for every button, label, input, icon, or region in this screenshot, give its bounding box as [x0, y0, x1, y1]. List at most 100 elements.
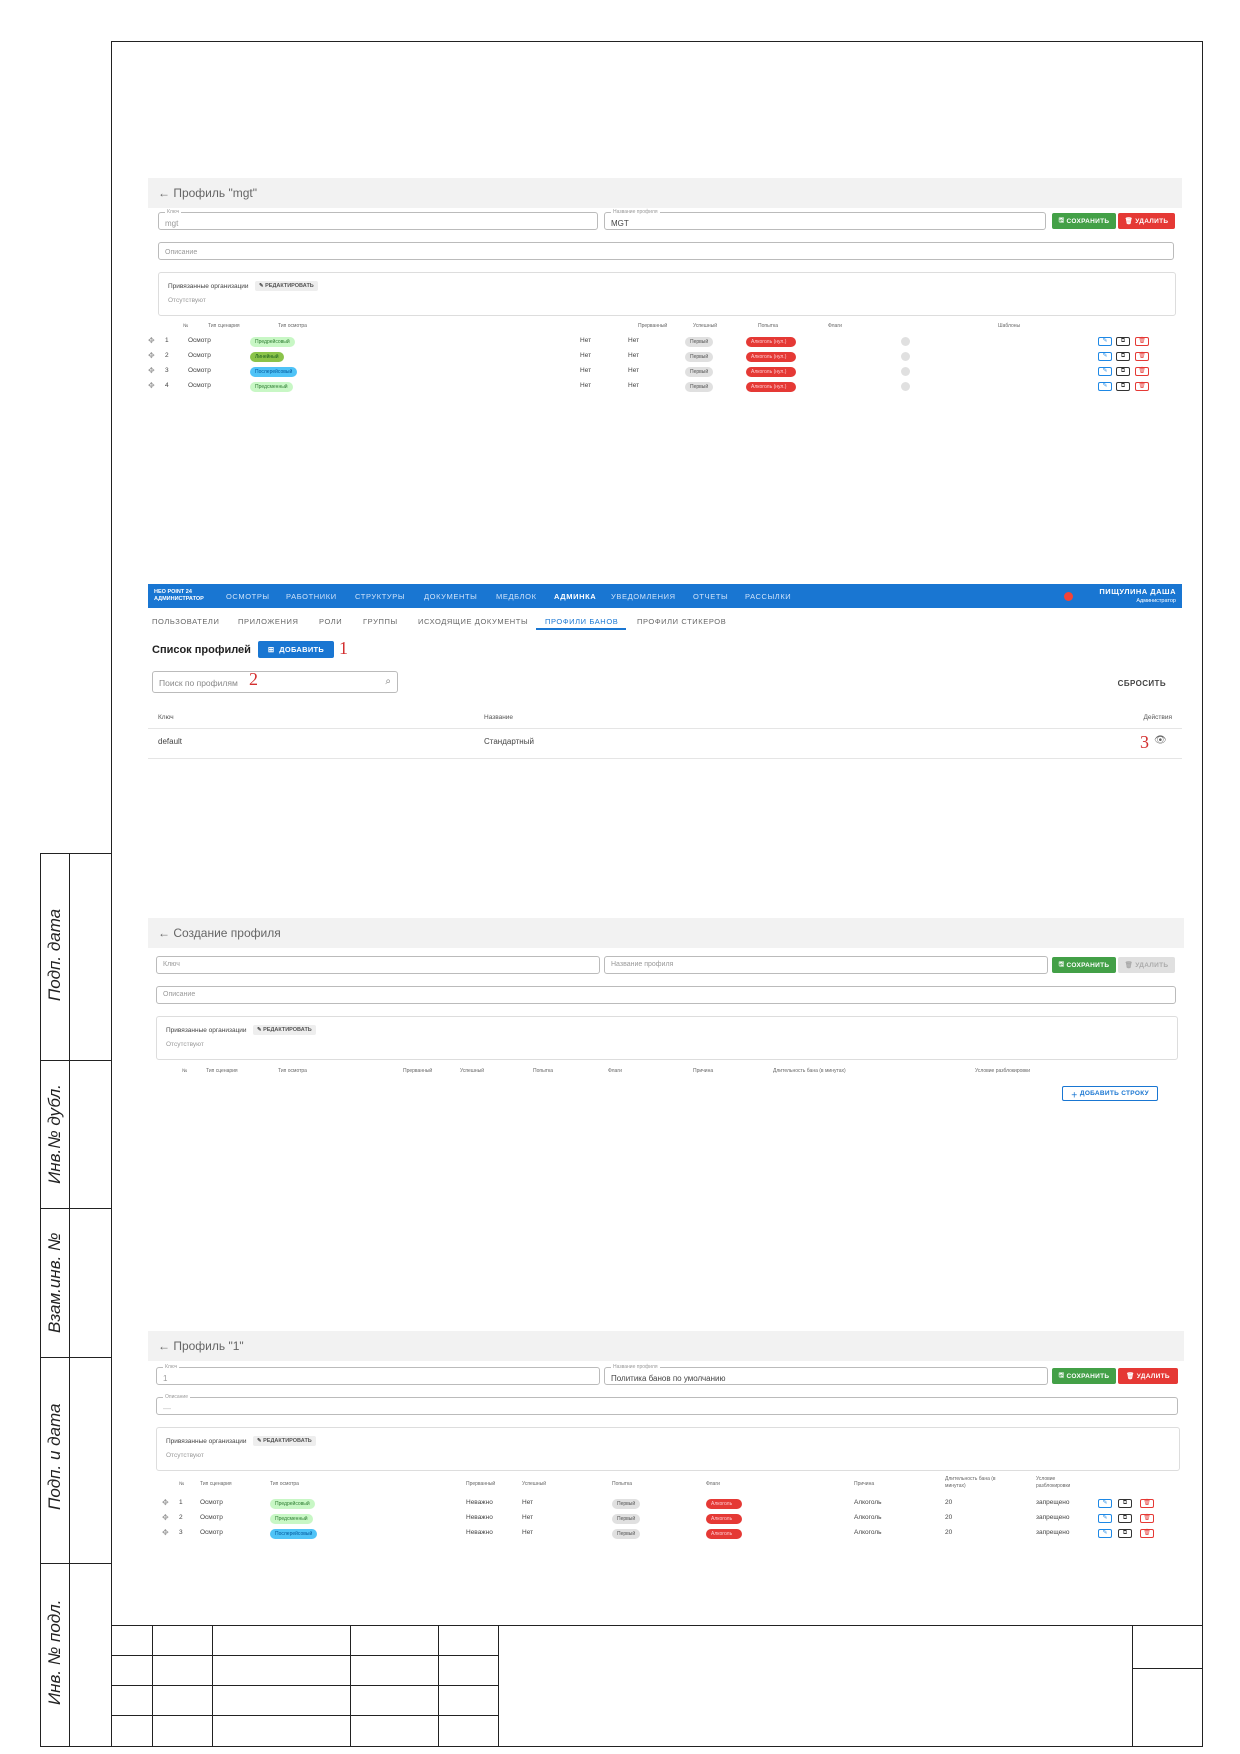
edit-row-button[interactable]: ✎ — [1098, 1529, 1112, 1538]
delete-row-button[interactable]: 🗑 — [1140, 1529, 1154, 1538]
delete-button[interactable]: 🗑 УДАЛИТЬ — [1118, 1368, 1178, 1384]
drag-handle-icon[interactable]: ✥ — [162, 1528, 169, 1537]
tab-users[interactable]: ПОЛЬЗОВАТЕЛИ — [152, 617, 219, 626]
delete-row-button[interactable]: 🗑 — [1135, 352, 1149, 361]
tab-apps[interactable]: ПРИЛОЖЕНИЯ — [238, 617, 299, 626]
marker-3: 3 — [1140, 732, 1149, 752]
description-field[interactable]: Описание — — [156, 1394, 1178, 1415]
exam-type-badge: Линейный — [250, 352, 284, 362]
nav-otchety[interactable]: ОТЧЕТЫ — [693, 592, 728, 601]
description-field[interactable]: Описание — [156, 986, 1176, 1004]
linked-orgs-box: Привязанные организации ✎ РЕДАКТИРОВАТЬ … — [156, 1427, 1180, 1471]
nav-rassylki[interactable]: РАССЫЛКИ — [745, 592, 791, 601]
list-title: Список профилей — [152, 644, 251, 656]
nav-rabotniki[interactable]: РАБОТНИКИ — [286, 592, 337, 601]
profile-name-field[interactable]: Название профиля Политика банов по умолч… — [604, 1364, 1048, 1385]
save-button[interactable]: 🖫 СОХРАНИТЬ — [1052, 957, 1116, 973]
nav-uvedomleniya[interactable]: УВЕДОМЛЕНИЯ — [611, 592, 676, 601]
edit-orgs-button[interactable]: ✎ РЕДАКТИРОВАТЬ — [253, 1436, 316, 1446]
add-profile-button[interactable]: ⊞ ДОБАВИТЬ — [258, 641, 334, 658]
logo[interactable]: НЕО POINT 24 АДМИНИСТРАТОР — [154, 589, 204, 603]
drag-handle-icon[interactable]: ✥ — [162, 1513, 169, 1522]
attempt-badge: Первый — [685, 367, 714, 377]
flag-badge: Алкоголь (нул.) — [746, 337, 796, 347]
marker-1: 1 — [339, 638, 348, 658]
drag-handle-icon[interactable]: ✥ — [148, 366, 155, 375]
template-indicator — [901, 382, 910, 391]
profile-name-field[interactable]: Название профиля — [604, 956, 1048, 974]
exam-type-badge: Предсменный — [250, 382, 293, 392]
linked-orgs-box: Привязанные организации ✎ РЕДАКТИРОВАТЬ … — [158, 272, 1176, 316]
reset-button[interactable]: СБРОСИТЬ — [1118, 679, 1166, 688]
nav-dokumenty[interactable]: ДОКУМЕНТЫ — [424, 592, 477, 601]
key-field[interactable]: Ключ mgt — [158, 209, 598, 230]
search-icon[interactable]: ⌕ — [385, 676, 391, 687]
delete-row-button[interactable]: 🗑 — [1135, 337, 1149, 346]
save-button[interactable]: 🖫 СОХРАНИТЬ — [1052, 213, 1116, 229]
edit-row-button[interactable]: ✎ — [1098, 1499, 1112, 1508]
edit-row-button[interactable]: ✎ — [1098, 382, 1112, 391]
template-indicator — [901, 352, 910, 361]
tab-groups[interactable]: ГРУППЫ — [363, 617, 398, 626]
view-eye-icon[interactable]: 👁 — [1154, 735, 1167, 746]
side-label-inv-dup: Инв.№ дубл. — [45, 1084, 64, 1184]
add-row-button[interactable]: ＋ ДОБАВИТЬ СТРОКУ — [1062, 1086, 1158, 1101]
delete-button[interactable]: 🗑 УДАЛИТЬ — [1118, 213, 1175, 229]
description-field[interactable]: Описание — [158, 242, 1174, 260]
copy-row-button[interactable]: ⧉ — [1118, 1529, 1132, 1538]
side-label-sign-date: Подп. дата — [45, 908, 64, 1002]
delete-row-button[interactable]: 🗑 — [1135, 382, 1149, 391]
flag-badge: Алкоголь (нул.) — [746, 382, 796, 392]
drag-handle-icon[interactable]: ✥ — [148, 351, 155, 360]
flag-badge: Алкоголь — [706, 1499, 742, 1509]
attempt-badge: Первый — [612, 1514, 641, 1524]
copy-row-button[interactable]: ⧉ — [1116, 352, 1130, 361]
page-title: ← Профиль "mgt" — [148, 178, 1182, 208]
page-title: ← Создание профиля — [148, 918, 1184, 948]
drag-handle-icon[interactable]: ✥ — [148, 336, 155, 345]
flag-badge: Алкоголь (нул.) — [746, 367, 796, 377]
tab-sticker-profiles[interactable]: ПРОФИЛИ СТИКЕРОВ — [637, 617, 726, 626]
copy-row-button[interactable]: ⧉ — [1118, 1514, 1132, 1523]
delete-row-button[interactable]: 🗑 — [1140, 1499, 1154, 1508]
key-field[interactable]: Ключ 1 — [156, 1364, 600, 1385]
attempt-badge: Первый — [685, 382, 714, 392]
delete-row-button[interactable]: 🗑 — [1135, 367, 1149, 376]
attempt-badge: Первый — [612, 1499, 641, 1509]
edit-row-button[interactable]: ✎ — [1098, 367, 1112, 376]
nav-osmotry[interactable]: ОСМОТРЫ — [226, 592, 270, 601]
exam-type-badge: Предрейсовый — [270, 1499, 315, 1509]
nav-struktury[interactable]: СТРУКТУРЫ — [355, 592, 405, 601]
key-field[interactable]: Ключ — [156, 956, 600, 974]
row-name: Стандартный — [484, 737, 534, 746]
nav-medblok[interactable]: МЕДБЛОК — [496, 592, 537, 601]
edit-row-button[interactable]: ✎ — [1098, 337, 1112, 346]
delete-row-button[interactable]: 🗑 — [1140, 1514, 1154, 1523]
edit-row-button[interactable]: ✎ — [1098, 352, 1112, 361]
notification-dot[interactable] — [1064, 592, 1073, 601]
drag-handle-icon[interactable]: ✥ — [162, 1498, 169, 1507]
edit-row-button[interactable]: ✎ — [1098, 1514, 1112, 1523]
screenshot-create-profile: ← Создание профиля Ключ Название профиля… — [148, 918, 1184, 1108]
copy-row-button[interactable]: ⧉ — [1116, 337, 1130, 346]
nav-adminka[interactable]: АДМИНКА — [554, 592, 596, 601]
tab-ban-profiles[interactable]: ПРОФИЛИ БАНОВ — [545, 617, 618, 626]
copy-row-button[interactable]: ⧉ — [1116, 367, 1130, 376]
delete-button[interactable]: 🗑 УДАЛИТЬ — [1118, 957, 1175, 973]
drag-handle-icon[interactable]: ✥ — [148, 381, 155, 390]
user-name[interactable]: ПИЩУЛИНА ДАША — [1099, 587, 1176, 596]
marker-2: 2 — [249, 669, 258, 689]
save-button[interactable]: 🖫 СОХРАНИТЬ — [1052, 1368, 1116, 1384]
copy-row-button[interactable]: ⧉ — [1118, 1499, 1132, 1508]
tab-roles[interactable]: РОЛИ — [319, 617, 342, 626]
exam-type-badge: Предсменный — [270, 1514, 313, 1524]
profile-name-field[interactable]: Название профиля MGT — [604, 209, 1046, 230]
edit-orgs-button[interactable]: ✎ РЕДАКТИРОВАТЬ — [253, 1025, 316, 1035]
screenshot-profile-mgt: ← Профиль "mgt" Ключ mgt Название профил… — [148, 178, 1182, 398]
tab-outgoing-docs[interactable]: ИСХОДЯЩИЕ ДОКУМЕНТЫ — [418, 617, 528, 626]
edit-orgs-button[interactable]: ✎ РЕДАКТИРОВАТЬ — [255, 281, 318, 291]
exam-type-badge: Послерейсовый — [270, 1529, 318, 1539]
copy-row-button[interactable]: ⧉ — [1116, 382, 1130, 391]
search-input[interactable]: Поиск по профилям ⌕ — [152, 671, 398, 693]
screenshot-profile-1: ← Профиль "1" Ключ 1 Название профиля По… — [148, 1331, 1184, 1543]
